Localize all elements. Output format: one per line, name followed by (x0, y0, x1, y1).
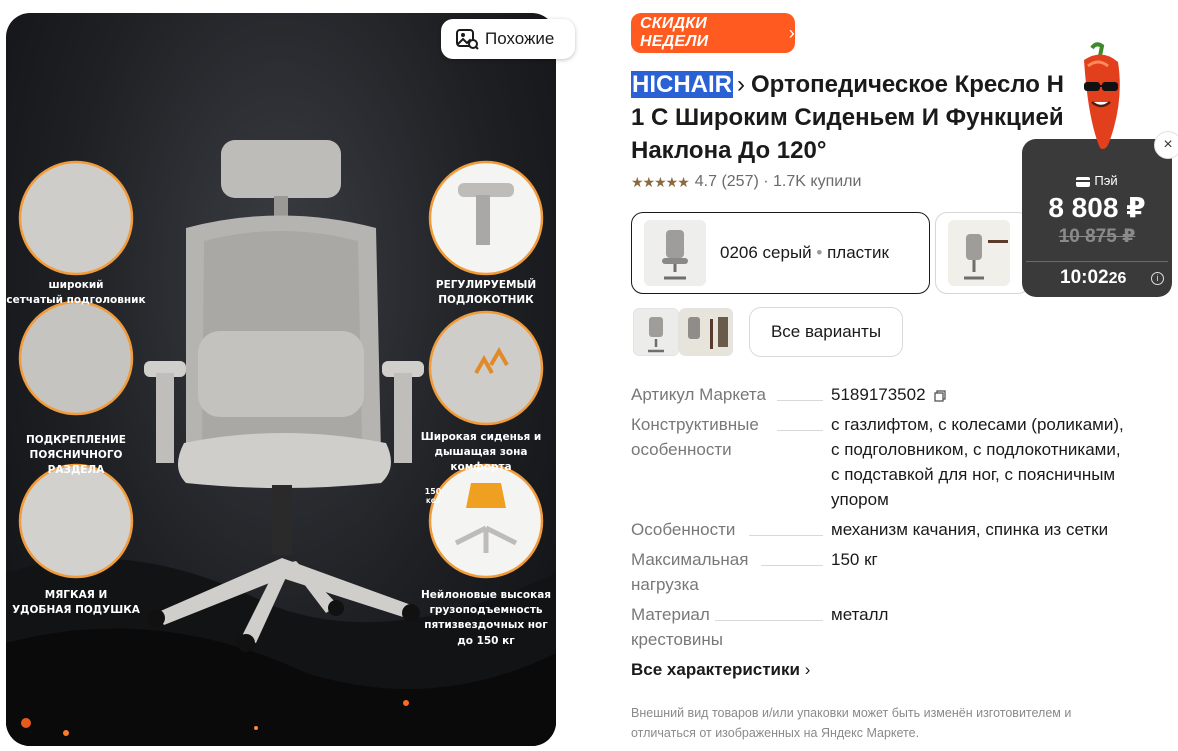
callout-headrest: широкий сетчатый подголовник (6, 279, 146, 307)
spec-value: с газлифтом, с колесами (роликами), с по… (831, 415, 1124, 509)
color-thumb-2[interactable] (679, 308, 733, 356)
pepper-mascot-icon[interactable] (1062, 40, 1142, 158)
weight-badge: 150 KGS (424, 487, 442, 505)
spec-key: Особенности (631, 520, 736, 539)
title-line-1: Ортопедическое Кресло H (751, 71, 1064, 98)
copy-icon[interactable] (933, 389, 946, 402)
color-thumbnails (633, 308, 733, 356)
variant-label: 0206 серый • пластик (720, 243, 889, 262)
brand-link[interactable]: HICHAIR (631, 71, 733, 98)
promo-price-widget[interactable]: Пэй 8 808 ₽ 10 875 ₽ 10:0226 i (1022, 139, 1172, 297)
spec-divider (777, 430, 823, 431)
info-icon[interactable]: i (1151, 272, 1164, 285)
spec-value: 150 кг (831, 550, 878, 569)
similar-image-icon (456, 29, 479, 50)
callout-lumbar: ПОДКРЕПЛЕНИЕ ПОЯСНИЧНОГО РАЗДЕЛА (26, 434, 126, 477)
variant-thumbnail (948, 220, 1010, 286)
variant-card-selected[interactable]: 0206 серый • пластик (631, 212, 930, 294)
similar-button[interactable]: Похожие (441, 19, 575, 59)
wallet-icon (1076, 176, 1091, 187)
callout-cushion: МЯГКАЯ И УДОБНАЯ ПОДУШКА (12, 589, 140, 617)
spec-key: Материал крестовины (631, 605, 724, 649)
variant-thumbnail (644, 220, 706, 286)
callout-seat: Широкая сиденья и дышащая зона комфорта (420, 431, 542, 474)
pay-label: Пэй (1022, 173, 1172, 188)
chevron-right-icon: › (737, 71, 745, 98)
spec-key: Конструктивные особенности (631, 415, 759, 459)
similar-label: Похожие (485, 29, 555, 48)
promo-price: 8 808 ₽ (1048, 192, 1146, 223)
close-icon[interactable]: × (1154, 131, 1178, 159)
spec-key: Артикул Маркета (631, 385, 766, 404)
spec-value: механизм качания, спинка из сетки (831, 520, 1109, 539)
promo-divider (1026, 261, 1168, 262)
title-line-2: 1 С Широким Сиденьем И Функцией (631, 104, 1064, 131)
disclaimer-text: Внешний вид товаров и/или упаковки может… (631, 706, 1072, 740)
callout-base: Нейлоновые высокая грузоподъемность пятиз… (420, 589, 552, 647)
product-image[interactable]: широкий сетчатый подголовник ПОДКРЕПЛЕНИЕ… (6, 13, 556, 746)
spec-key: Максимальная нагрузка (631, 550, 749, 594)
variant-card-2[interactable] (935, 212, 1030, 294)
rating-text: 4.7 (257) · 1.7K купили (694, 173, 862, 190)
spec-divider (777, 400, 823, 401)
color-thumb-1[interactable] (633, 308, 679, 356)
spec-divider (715, 620, 823, 621)
chevron-right-icon: › (804, 660, 811, 679)
rating-stars: ★★★★★ (631, 173, 690, 190)
deals-of-week-badge[interactable]: СКИДКИ НЕДЕЛИ › (631, 13, 795, 53)
old-price: 10 875 ₽ (1058, 226, 1136, 247)
all-specs-link[interactable]: Все характеристики › (631, 660, 810, 680)
rating-row[interactable]: ★★★★★ 4.7 (257) · 1.7K купили (631, 173, 861, 191)
spec-value: 5189173502 (831, 382, 1131, 407)
countdown-timer: 10:0226 (1060, 267, 1127, 288)
deal-badge-label: СКИДКИ НЕДЕЛИ (640, 15, 709, 50)
chevron-right-icon: › (788, 22, 795, 43)
spec-divider (749, 535, 823, 536)
spec-value: металл (831, 605, 889, 624)
spec-divider (761, 565, 823, 566)
callout-armrest: РЕГУЛИРУЕМЫЙ ПОДЛОКОТНИК (435, 279, 537, 307)
title-line-3: Наклона До 120° (631, 137, 827, 164)
all-variants-button[interactable]: Все варианты (749, 307, 903, 357)
